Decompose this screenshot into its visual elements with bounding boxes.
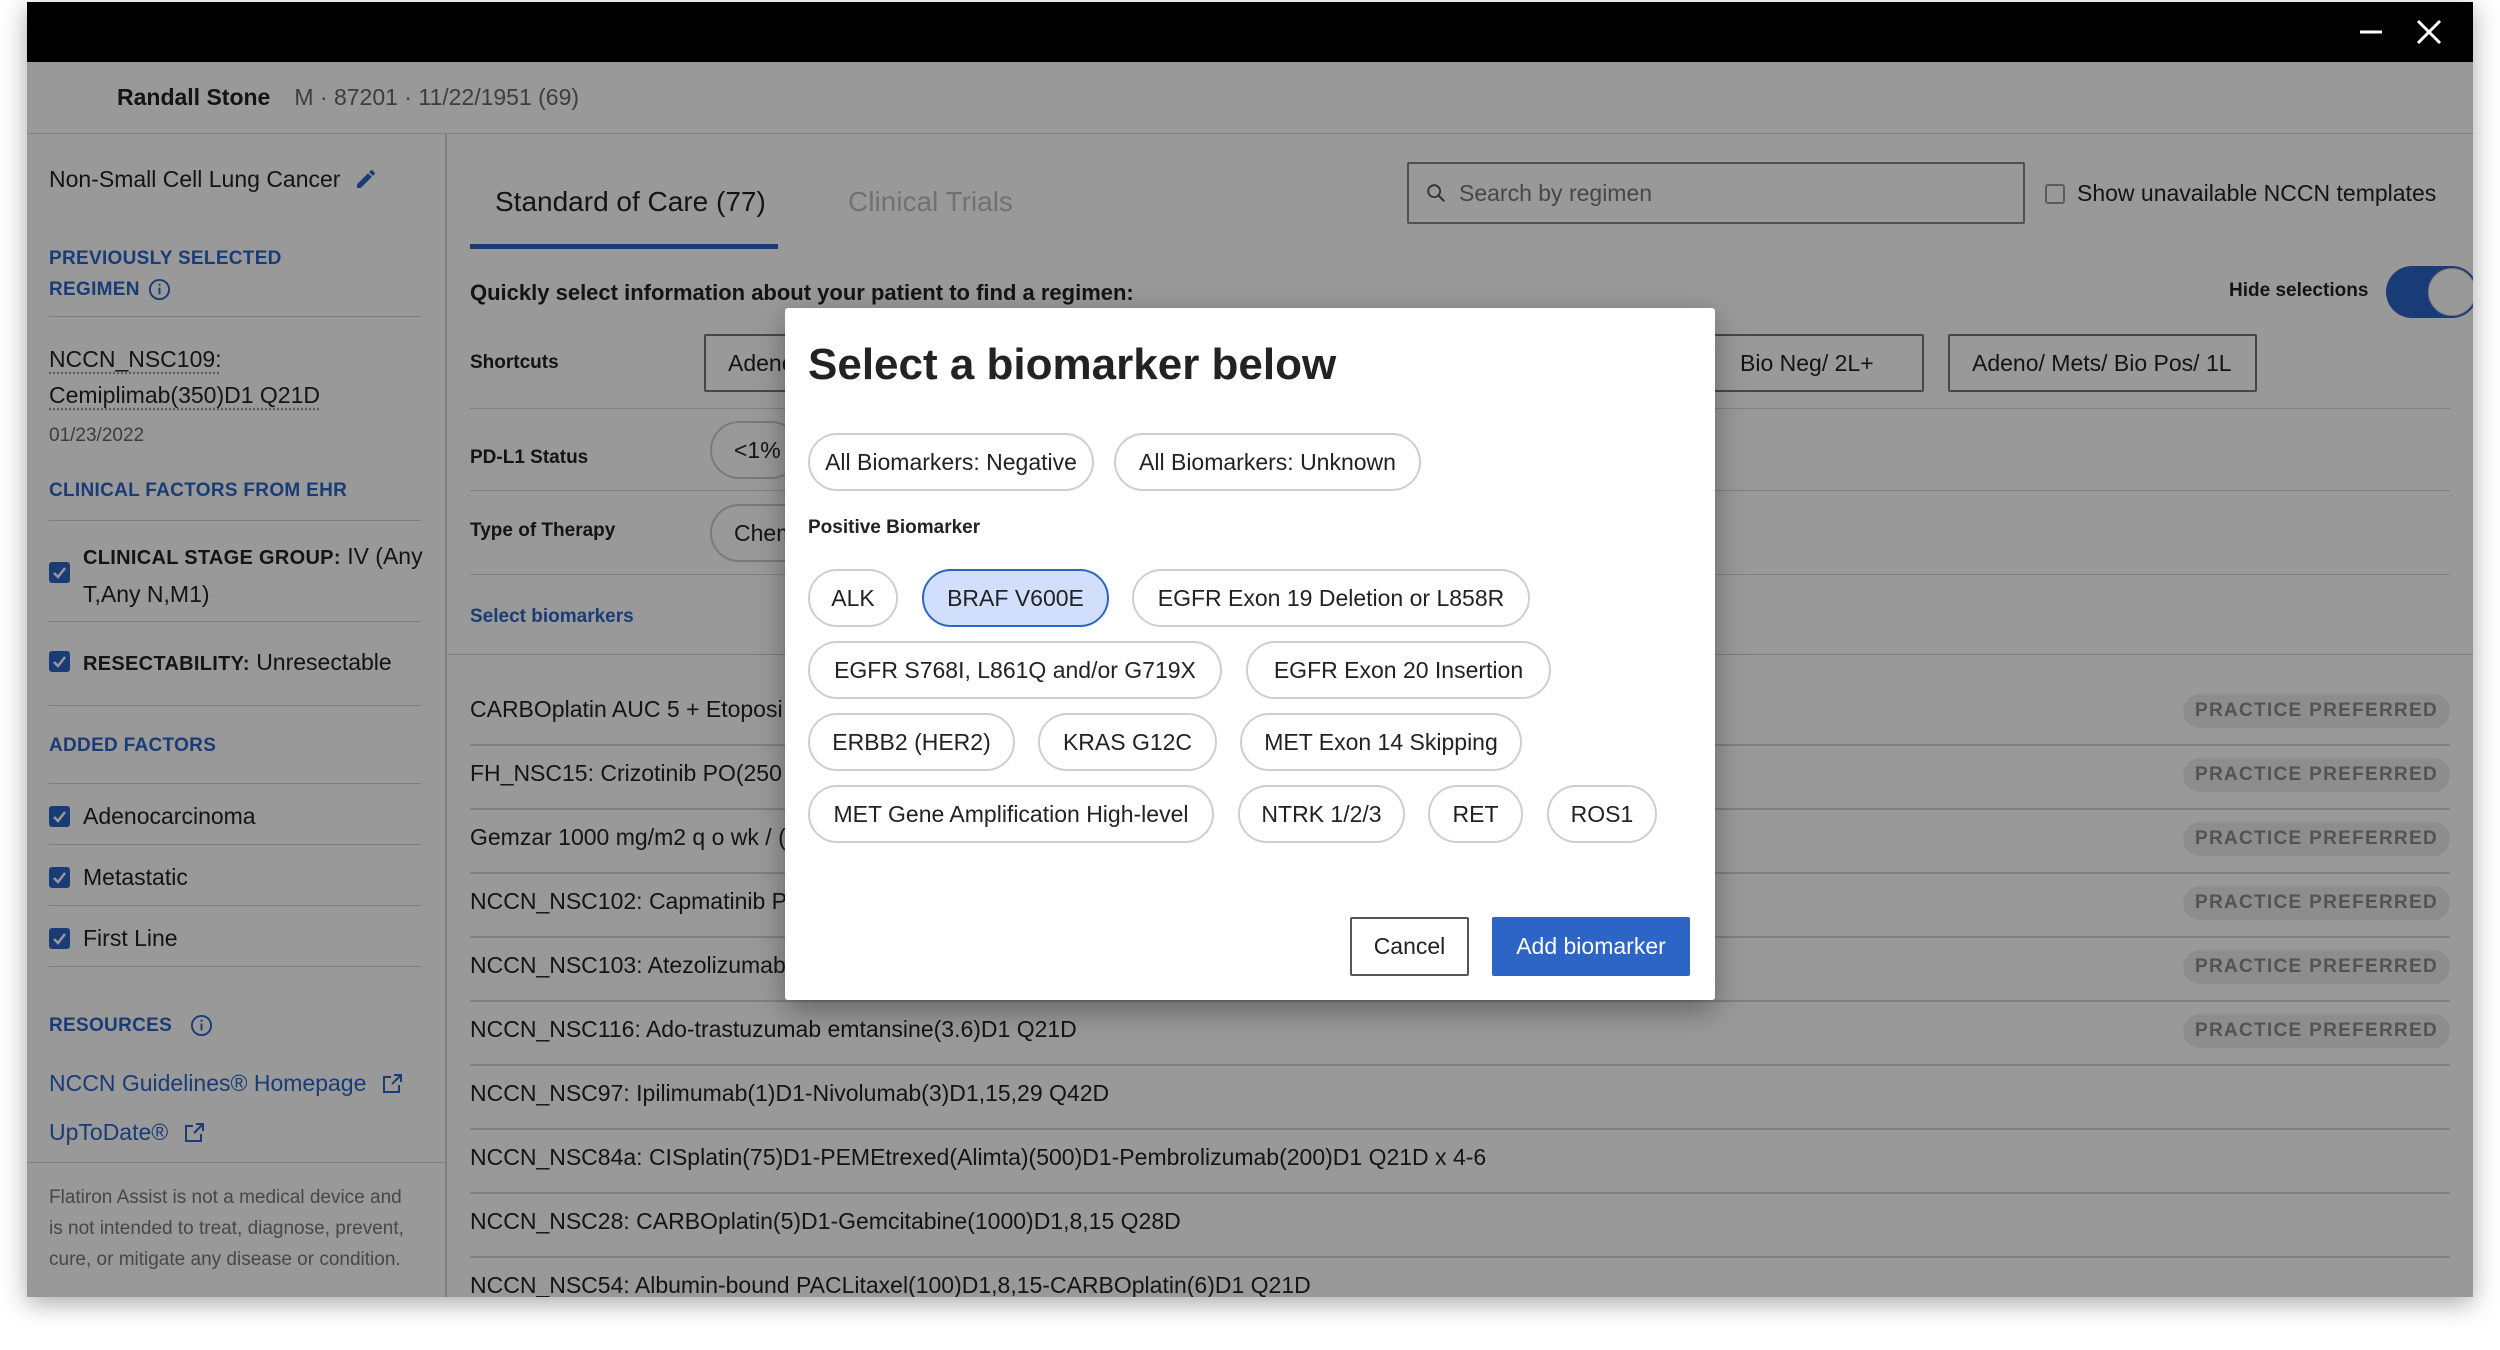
title-bar [27,2,2473,62]
biomarker-chip[interactable]: ERBB2 (HER2) [808,713,1015,771]
biomarker-chip-all-unknown[interactable]: All Biomarkers: Unknown [1114,433,1421,491]
biomarker-chip[interactable]: KRAS G12C [1038,713,1217,771]
app-window: Randall Stone M · 87201 · 11/22/1951 (69… [27,2,2473,1297]
biomarker-chip[interactable]: EGFR Exon 19 Deletion or L858R [1132,569,1530,627]
biomarker-chip[interactable]: MET Exon 14 Skipping [1240,713,1522,771]
biomarker-chip[interactable]: NTRK 1/2/3 [1238,785,1405,843]
biomarker-chip[interactable]: MET Gene Amplification High-level [808,785,1214,843]
cancel-button[interactable]: Cancel [1350,917,1469,976]
biomarker-chip[interactable]: ALK [808,569,898,627]
dialog-title: Select a biomarker below [808,340,1337,389]
minimize-icon[interactable] [2355,16,2387,48]
biomarker-chip[interactable]: EGFR S768I, L861Q and/or G719X [808,641,1222,699]
biomarker-chip-selected[interactable]: BRAF V600E [922,569,1109,627]
biomarker-chip-all-negative[interactable]: All Biomarkers: Negative [808,433,1094,491]
positive-biomarker-label: Positive Biomarker [808,517,981,538]
biomarker-dialog: Select a biomarker below All Biomarkers:… [785,308,1715,1000]
close-icon[interactable] [2413,16,2445,48]
biomarker-chip[interactable]: EGFR Exon 20 Insertion [1246,641,1551,699]
add-biomarker-button[interactable]: Add biomarker [1492,917,1690,976]
biomarker-chip[interactable]: RET [1428,785,1523,843]
biomarker-chip[interactable]: ROS1 [1547,785,1657,843]
